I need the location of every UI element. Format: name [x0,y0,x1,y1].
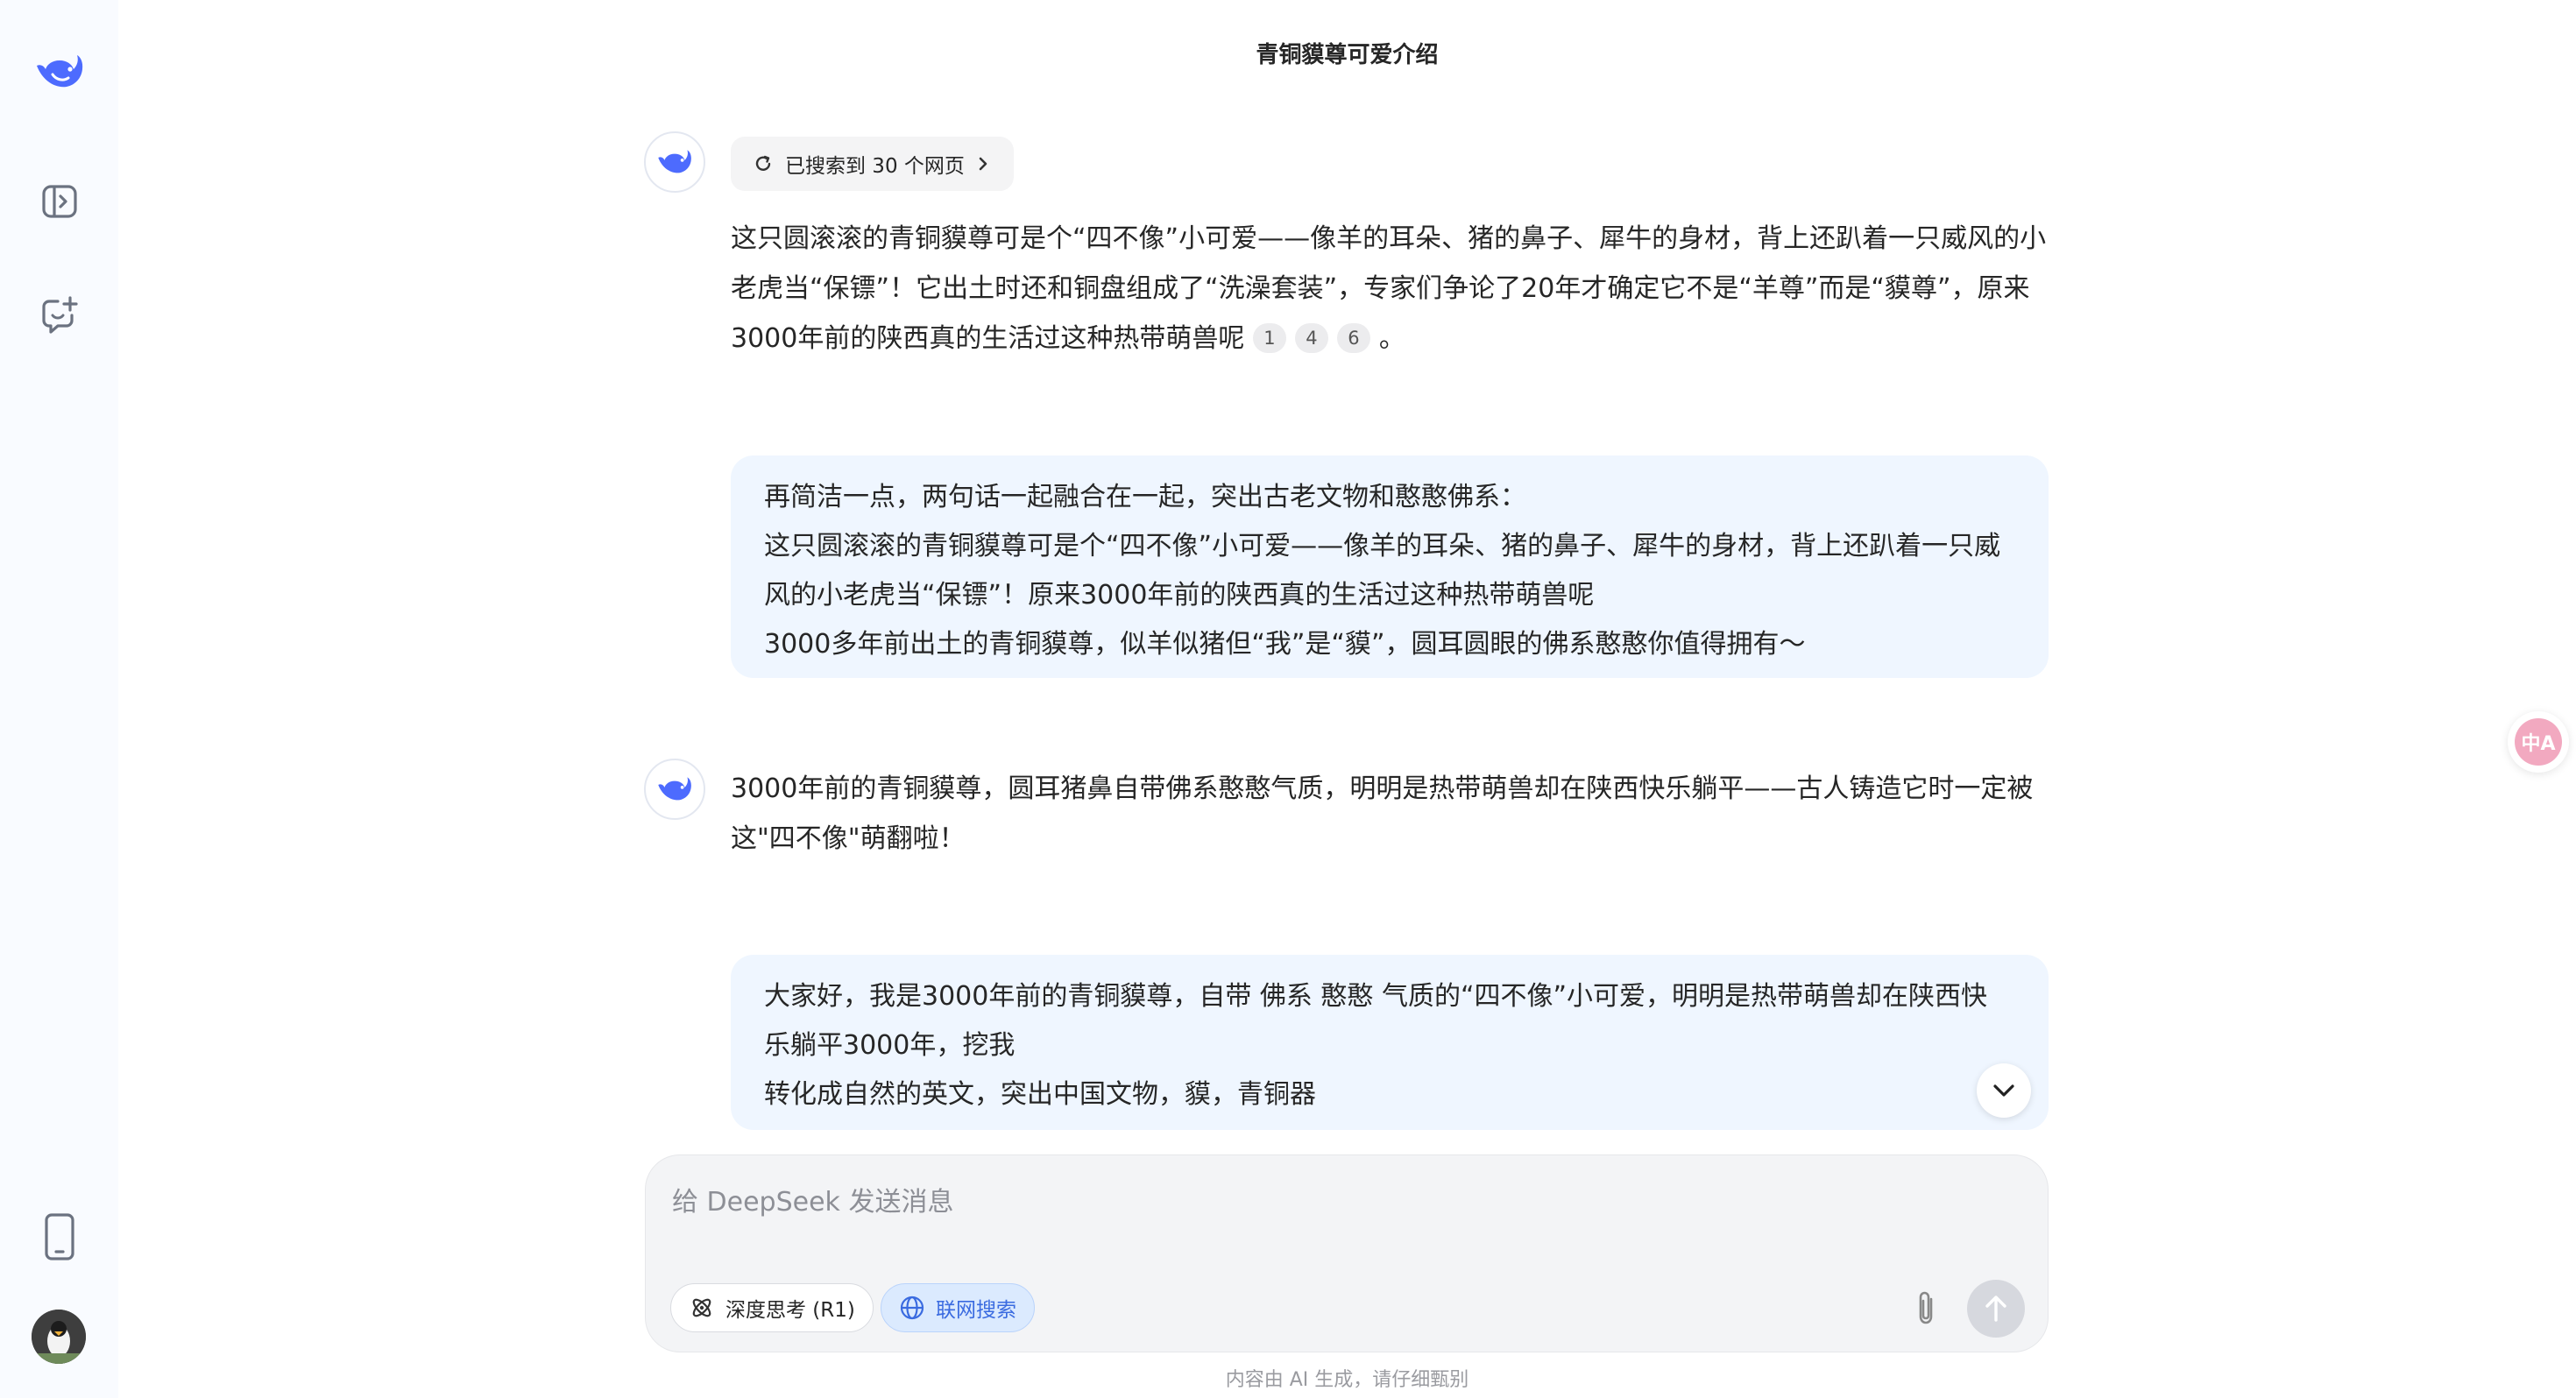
sidebar-toggle-icon[interactable] [32,173,88,229]
chevron-down-icon [1993,1084,2014,1097]
assistant-avatar-icon [644,759,705,820]
user-line: 转化成自然的英文，突出中国文物，貘，青铜器 [764,1079,1316,1110]
deep-think-toggle[interactable]: 深度思考 (R1) [670,1283,874,1332]
chevron-right-icon [979,157,987,171]
answer-line: 3000年前的陕西真的生活过这种热带萌兽呢 1 4 6。 [731,323,1405,354]
arrow-up-icon [1985,1296,2006,1322]
paperclip-icon [1919,1291,1933,1324]
search-results-label: 已搜索到 30 个网页 [785,155,965,178]
new-chat-icon[interactable] [32,287,88,343]
answer-line: 3000年前的青铜貘尊，圆耳猪鼻自带佛系憨憨气质，明明是热带萌兽却在陕西快乐躺平… [731,773,2034,804]
citation-badge[interactable]: 4 [1294,323,1328,353]
attach-file-button[interactable] [1902,1283,1951,1332]
user-line: 乐躺平3000年，挖我 [764,1030,1016,1061]
mobile-app-icon[interactable] [32,1209,88,1265]
send-button[interactable] [1967,1280,2025,1338]
user-message: 大家好，我是3000年前的青铜貘尊，自带 佛系 憨憨 气质的“四不像”小可爱，明… [731,955,2049,1130]
deepseek-logo-icon[interactable] [32,44,88,100]
user-line: 风的小老虎当“保镖”！原来3000年前的陕西真的生活过这种热带萌兽呢 [764,580,1595,611]
message-input[interactable]: 给 DeepSeek 发送消息 [672,1180,953,1218]
user-line: 大家好，我是3000年前的青铜貘尊，自带 佛系 憨憨 气质的“四不像”小可爱，明… [764,981,1988,1012]
user-avatar[interactable] [32,1310,86,1364]
user-line: 3000多年前出土的青铜貘尊，似羊似猪但“我”是“貘”，圆耳圆眼的佛系憨憨你值得… [764,629,1806,660]
search-results-chip[interactable]: 已搜索到 30 个网页 [731,137,1014,191]
citation-badge[interactable]: 6 [1336,323,1370,353]
answer-line: 这"四不像"萌翻啦！ [731,823,966,854]
assistant-message: 3000年前的青铜貘尊，圆耳猪鼻自带佛系憨憨气质，明明是热带萌兽却在陕西快乐躺平… [731,764,2049,864]
assistant-avatar-icon [644,131,705,193]
atom-icon [692,1298,711,1317]
globe-icon [900,1296,924,1320]
refresh-search-icon [755,155,771,171]
message-composer[interactable]: 给 DeepSeek 发送消息 深度思考 (R1) 联网搜索 [645,1154,2049,1352]
assistant-message: 这只圆滚滚的青铜貘尊可是个“四不像”小可爱——像羊的耳朵、猪的鼻子、犀牛的身材，… [731,214,2049,364]
ai-disclaimer: 内容由 AI 生成，请仔细甄别 [1225,1369,1469,1391]
translate-extension-button[interactable]: 中A [2508,711,2569,773]
expand-message-button[interactable] [1977,1063,2031,1118]
citation-badge[interactable]: 1 [1252,323,1286,353]
sidebar [0,0,118,1398]
user-line: 这只圆滚滚的青铜貘尊可是个“四不像”小可爱——像羊的耳朵、猪的鼻子、犀牛的身材，… [764,531,2001,561]
answer-line: 这只圆滚滚的青铜貘尊可是个“四不像”小可爱——像羊的耳朵、猪的鼻子、犀牛的身材，… [731,223,2047,254]
web-search-toggle[interactable]: 联网搜索 [881,1283,1035,1332]
user-message: 再简洁一点，两句话一起融合在一起，突出古老文物和憨憨佛系： 这只圆滚滚的青铜貘尊… [731,455,2049,678]
user-line: 再简洁一点，两句话一起融合在一起，突出古老文物和憨憨佛系： [764,482,1526,512]
answer-line: 老虎当“保镖”！它出土时还和铜盘组成了“洗澡套装”，专家们争论了20年才确定它不… [731,273,2030,304]
chat-title: 青铜貘尊可爱介绍 [1256,42,1439,68]
translate-icon: 中A [2515,718,2562,766]
deep-think-label: 深度思考 (R1) [725,1299,855,1322]
web-search-label: 联网搜索 [936,1299,1016,1322]
